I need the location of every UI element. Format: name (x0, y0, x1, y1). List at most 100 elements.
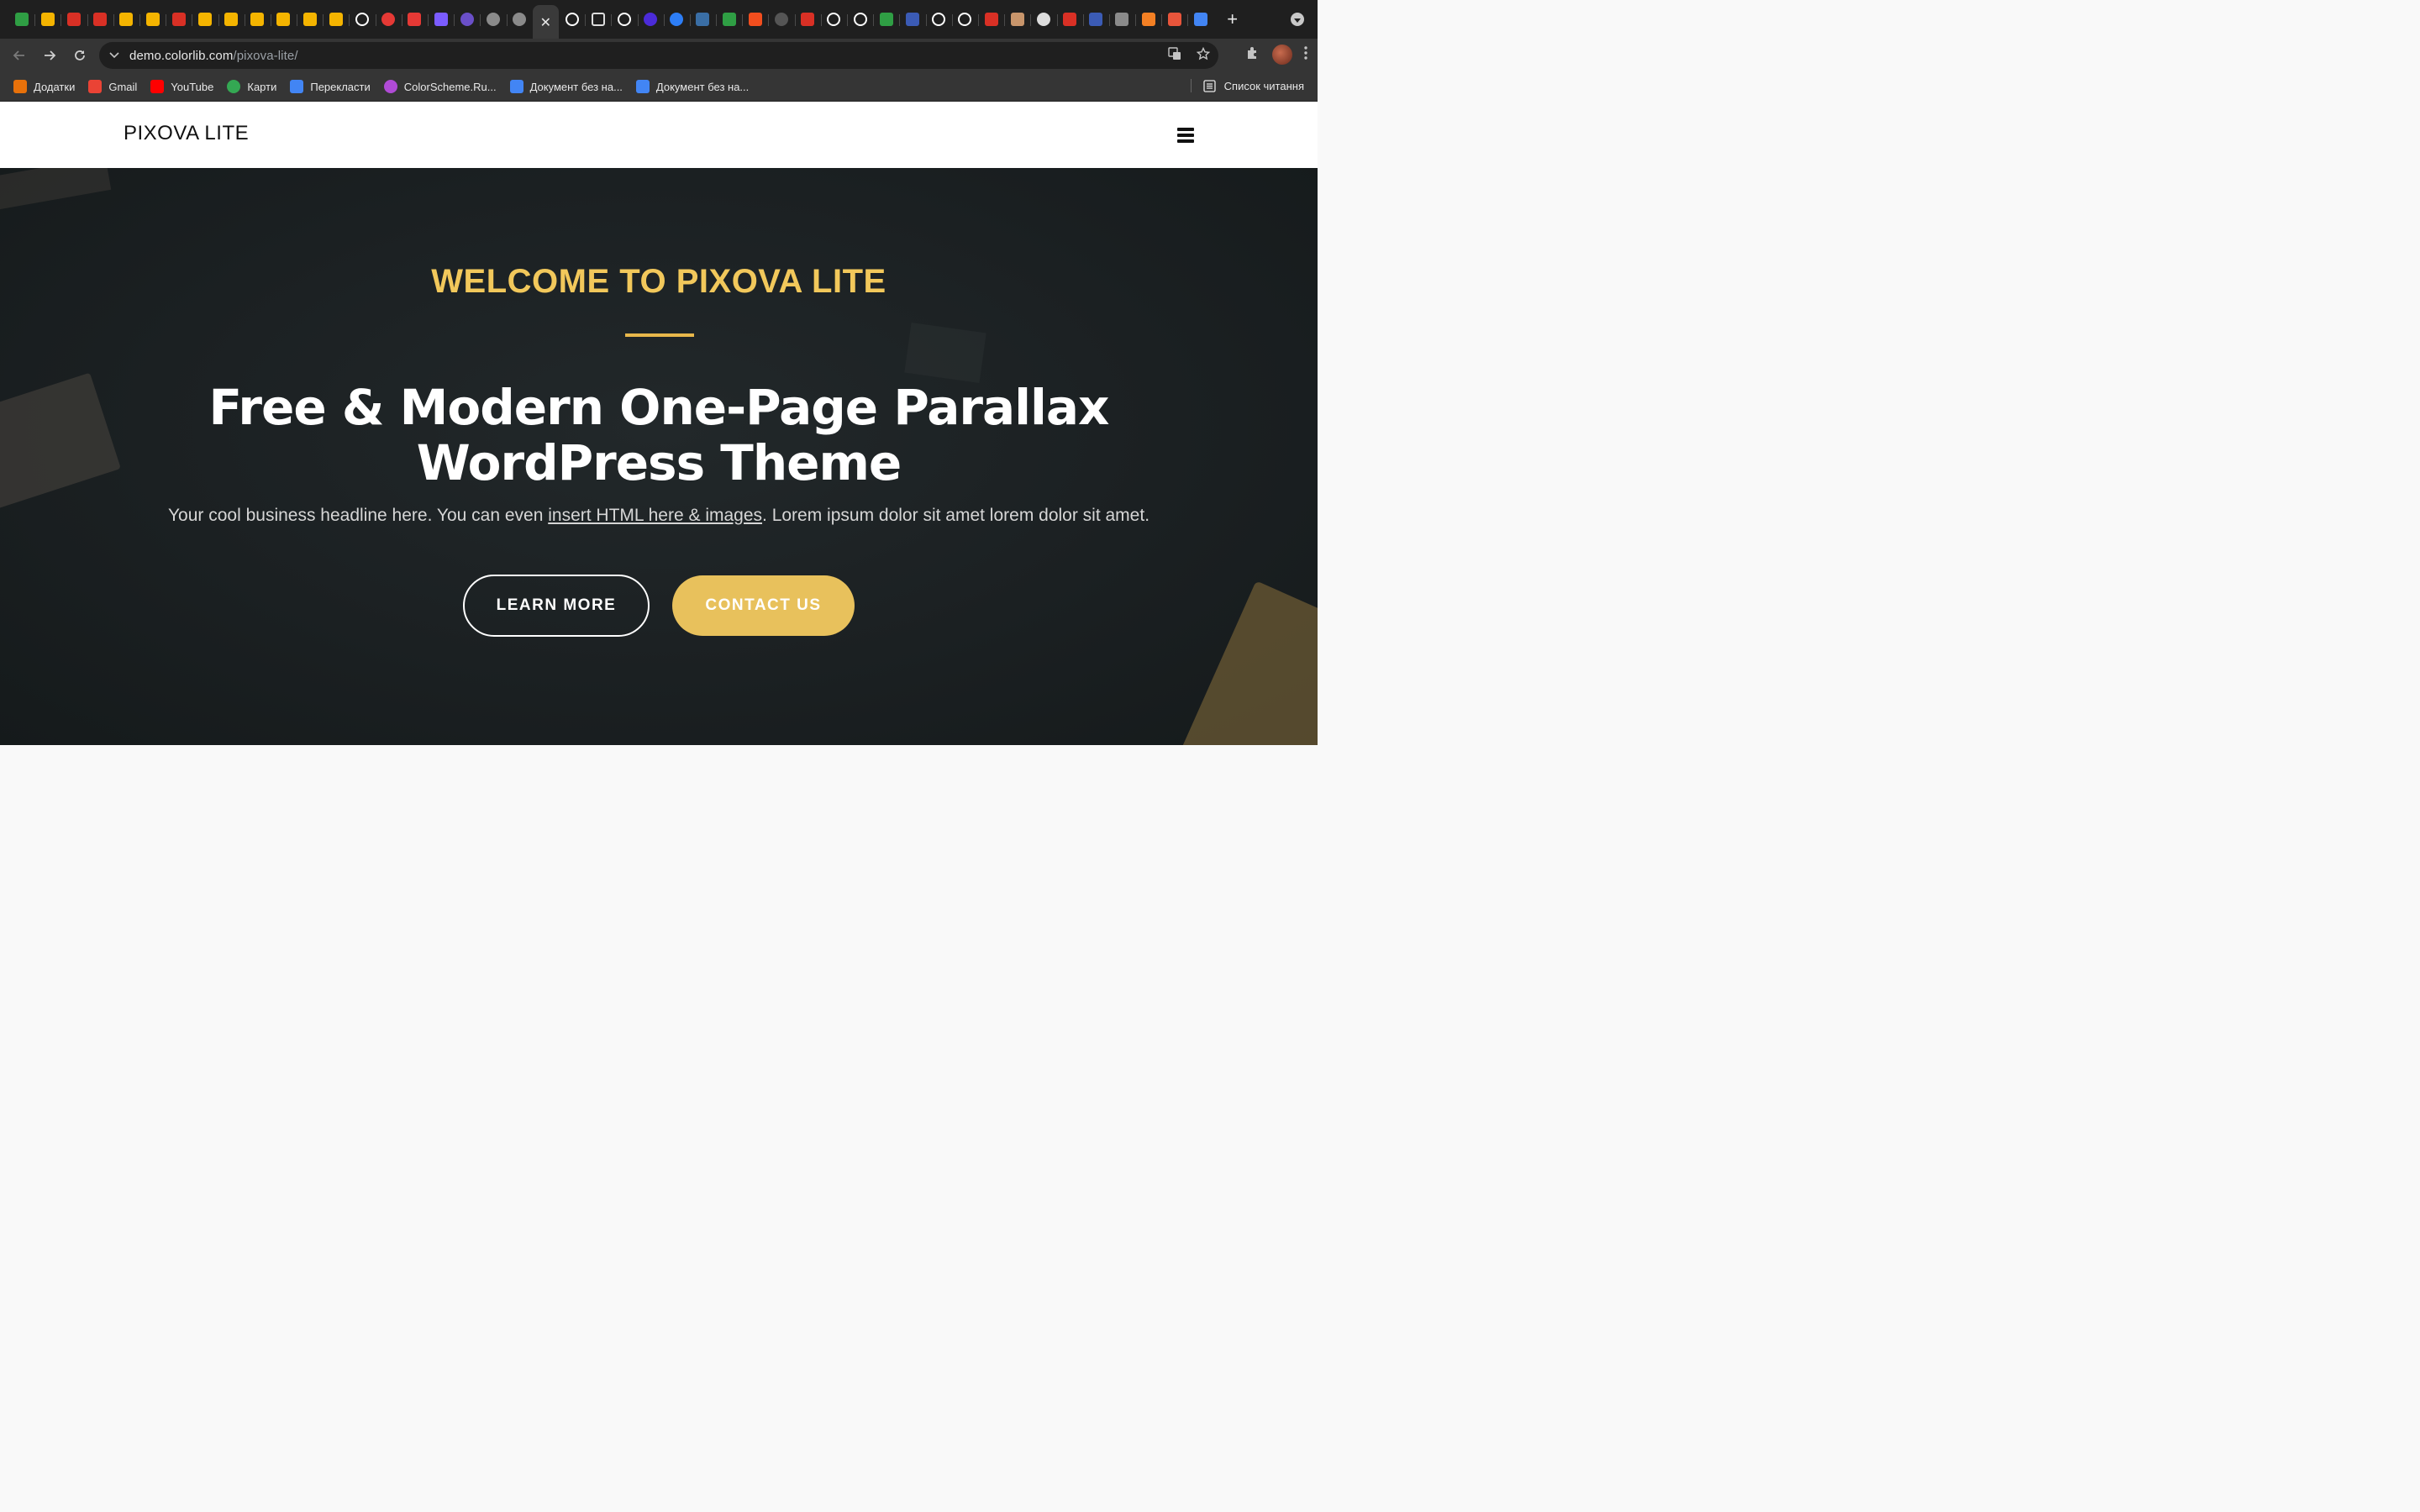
learn-more-button[interactable]: LEARN MORE (463, 575, 650, 637)
browser-tab[interactable] (1030, 0, 1056, 39)
browser-tab[interactable] (506, 0, 533, 39)
browser-tab[interactable] (166, 0, 192, 39)
browser-tab[interactable] (87, 0, 113, 39)
browser-tab[interactable] (585, 0, 611, 39)
bookmark-item[interactable]: YouTube (150, 80, 213, 93)
browser-tab[interactable] (297, 0, 323, 39)
bookmark-item[interactable]: Карти (227, 80, 276, 93)
url-text[interactable]: demo.colorlib.com/pixova-lite/ (129, 49, 298, 63)
github-icon (355, 13, 370, 26)
jw-icon (1089, 13, 1103, 26)
bookmark-item[interactable]: Перекласти (290, 80, 371, 93)
browser-tab[interactable] (1187, 0, 1213, 39)
globe-icon (513, 13, 527, 26)
github-icon (565, 13, 579, 26)
browser-tab[interactable] (1108, 0, 1135, 39)
browser-tab[interactable] (480, 0, 506, 39)
browser-tab[interactable] (873, 0, 899, 39)
reload-button[interactable] (66, 41, 94, 70)
browser-tab[interactable] (794, 0, 821, 39)
browser-tab[interactable] (742, 0, 768, 39)
reading-list-label: Список читання (1223, 79, 1304, 92)
google-docs-icon (1194, 13, 1208, 26)
bookmark-item[interactable]: Gmail (88, 80, 137, 93)
bookmark-label: Додатки (34, 80, 76, 93)
browser-tab[interactable] (951, 0, 978, 39)
figma-icon (748, 13, 762, 26)
browser-tab[interactable] (1135, 0, 1161, 39)
browser-tab[interactable] (428, 0, 454, 39)
translate-icon[interactable] (1168, 47, 1181, 64)
reading-list-icon (1203, 79, 1216, 92)
bookmarks-divider (1190, 79, 1192, 92)
bubble-icon (853, 13, 867, 26)
browser-tab[interactable] (977, 0, 1004, 39)
browser-tab[interactable] (375, 0, 402, 39)
browser-tab[interactable] (637, 0, 664, 39)
browser-tab[interactable] (218, 0, 245, 39)
stackoverflow-icon (1141, 13, 1155, 26)
bookmarks-bar: Додатки Gmail YouTube Карти Перекласти ColorS… (0, 72, 1318, 102)
close-icon[interactable]: ✕ (540, 14, 551, 30)
browser-tab[interactable] (8, 0, 34, 39)
back-button[interactable] (5, 41, 34, 70)
site-logo[interactable]: PIXOVA LITE (124, 122, 249, 145)
snowflake-icon (408, 13, 422, 26)
browser-tab-strip: ✕ + (0, 0, 1318, 39)
browser-tab[interactable] (689, 0, 716, 39)
contact-us-button[interactable]: CONTACT US (672, 575, 855, 636)
browser-tab[interactable] (768, 0, 794, 39)
address-bar[interactable]: demo.colorlib.com/pixova-lite/ (99, 42, 1218, 69)
figure-icon (1063, 13, 1077, 26)
bookmark-item[interactable]: Додатки (13, 80, 75, 93)
contact-card-icon (1115, 13, 1129, 26)
spiral-icon (1036, 13, 1050, 26)
profile-avatar[interactable] (1272, 45, 1292, 65)
tagline-link[interactable]: insert HTML here & images (548, 506, 762, 525)
browser-tab[interactable] (323, 0, 349, 39)
browser-tab[interactable] (139, 0, 166, 39)
tab-search-button[interactable] (1291, 13, 1304, 26)
browser-tab[interactable] (820, 0, 847, 39)
browser-tab[interactable] (899, 0, 925, 39)
browser-tab[interactable] (454, 0, 480, 39)
bookmark-item[interactable]: ColorScheme.Ru... (383, 80, 497, 93)
browser-tab[interactable] (1161, 0, 1187, 39)
browser-tab[interactable]: ✕ (532, 5, 559, 39)
browser-tab[interactable] (270, 0, 297, 39)
browser-tab[interactable] (1004, 0, 1030, 39)
chevron-down-icon[interactable] (99, 52, 129, 59)
browser-tab[interactable] (611, 0, 637, 39)
browser-tab[interactable] (716, 0, 742, 39)
extensions-puzzle-icon[interactable] (1245, 45, 1260, 65)
bookmark-star-icon[interactable] (1196, 46, 1211, 64)
new-tab-button[interactable]: + (1221, 8, 1244, 30)
reading-list-button[interactable]: Список читання (1190, 79, 1304, 92)
hero-headline: Free & Modern One-Page Parallax WordPres… (0, 380, 1318, 491)
google-docs-icon (635, 80, 650, 93)
next-section (0, 745, 1318, 823)
hamburger-menu-icon[interactable] (1177, 128, 1194, 143)
bookmark-item[interactable]: Документ без на... (635, 80, 749, 93)
browser-tab[interactable] (244, 0, 271, 39)
bookmark-label: Gmail (108, 80, 138, 93)
browser-tab[interactable] (1056, 0, 1083, 39)
forward-button[interactable] (35, 41, 64, 70)
tagline-text-after: . Lorem ipsum dolor sit amet lorem dolor… (762, 506, 1150, 525)
browser-tab[interactable] (559, 0, 585, 39)
browser-tab[interactable] (192, 0, 218, 39)
browser-tab[interactable] (925, 0, 952, 39)
google-slides-icon (119, 13, 134, 26)
browser-tab[interactable] (663, 0, 690, 39)
browser-toolbar: demo.colorlib.com/pixova-lite/ (0, 39, 1318, 72)
browser-tab[interactable] (349, 0, 375, 39)
google-slides-icon (197, 13, 212, 26)
menu-kebab-icon[interactable] (1304, 45, 1307, 64)
bookmark-item[interactable]: Документ без на... (509, 80, 623, 93)
browser-tab[interactable] (34, 0, 60, 39)
browser-tab[interactable] (401, 0, 428, 39)
browser-tab[interactable] (60, 0, 87, 39)
browser-tab[interactable] (1082, 0, 1109, 39)
browser-tab[interactable] (847, 0, 873, 39)
browser-tab[interactable] (113, 0, 139, 39)
